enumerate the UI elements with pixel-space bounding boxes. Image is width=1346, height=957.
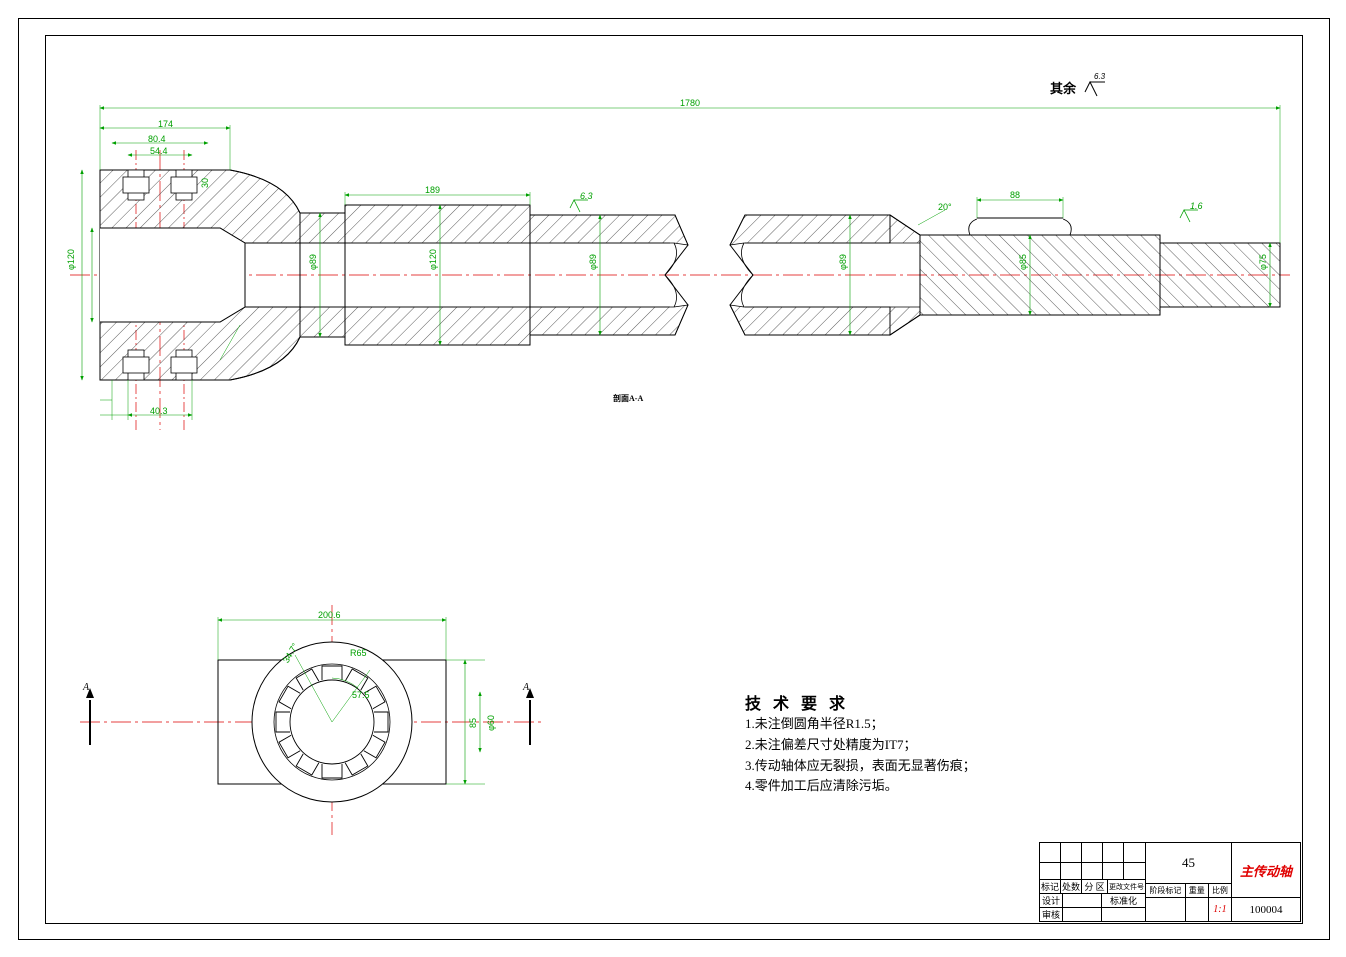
surface-mid: 6.3 [580,191,593,201]
tb-hdr-std: 标准化 [1102,894,1145,907]
tb-material: 45 [1146,843,1231,884]
dim-keyway-len: 88 [1010,190,1020,200]
tech-requirements-list: 1.未注倒圆角半径R1.5； 2.未注偏差尺寸处精度为IT7； 3.传动轴体应无… [745,714,976,797]
dim-dia-shaft3: φ85 [1018,254,1028,270]
tb-hdr-weight: 重量 [1186,884,1209,897]
tb-hdr-stage: 阶段标记 [1146,884,1186,897]
tb-hdr-div: 分 区 [1082,880,1108,893]
title-block: 标记 处数 分 区 更改文件号 设计 标准化 审核 45 阶段标记 重量 比 [1039,842,1301,922]
tb-part-name: 主传动轴 [1240,861,1292,880]
section-mark-a-right: A [523,682,529,693]
dim-hole-small: 30 [200,178,210,188]
main-section-view [70,105,1290,430]
tb-hdr-qty: 处数 [1061,880,1082,893]
tech-req-item: 2.未注偏差尺寸处精度为IT7； [745,735,976,756]
dim-yoke-mid: 80.4 [148,134,166,144]
dim-yoke-outer: 174 [158,119,173,129]
dim-dia-big2: φ120 [428,249,438,270]
surface-end: 1.6 [1190,201,1203,211]
section-mark-a-left: A [83,682,89,693]
tb-hdr-doc: 更改文件号 [1108,880,1145,893]
tech-req-title-text: 技 术 要 求 [745,690,849,714]
section-label-aa: 剖面A-A [613,393,643,404]
tb-hdr-review: 审核 [1040,908,1063,921]
dim-dia-shaft2b: φ89 [838,254,848,270]
default-surface-finish-icon [1085,82,1105,96]
dim-taper-angle: 20° [938,202,952,212]
tb-hdr-scale: 比例 [1209,884,1231,897]
tb-scale-value: 1:1 [1209,898,1231,921]
dim-endview-radius: R65 [350,648,367,658]
dim-dia-shaft: φ89 [308,254,318,270]
dim-total-length: 1780 [680,98,700,108]
dim-shoulder-len: 189 [425,185,440,195]
tb-hdr-design: 设计 [1040,894,1063,907]
tech-req-item: 3.传动轴体应无裂损，表面无显著伤痕； [745,756,976,777]
drawing-canvas [0,0,1346,957]
dim-endview-height: 85 [468,718,478,728]
dim-endview-width: 200.6 [318,610,341,620]
dim-spline-dia: 57.5 [352,690,370,700]
tech-req-item: 1.未注倒圆角半径R1.5； [745,714,976,735]
dim-dia-shaft2a: φ89 [588,254,598,270]
default-finish-label: 其余 [1050,78,1076,97]
default-finish-value: 6.3 [1094,72,1105,81]
dim-dia-end: φ75 [1258,254,1268,270]
tb-hdr-mark: 标记 [1040,880,1061,893]
tech-req-title: 技 术 要 求 [745,690,849,714]
dim-hole-gap: 40.3 [150,406,168,416]
tech-req-item: 4.零件加工后应清除污垢。 [745,776,976,797]
dim-yoke-inner: 54.4 [150,146,168,156]
dim-endview-hole: φ60 [486,715,496,731]
dim-dia-big: φ120 [66,249,76,270]
tb-drawing-no: 100004 [1232,898,1300,921]
